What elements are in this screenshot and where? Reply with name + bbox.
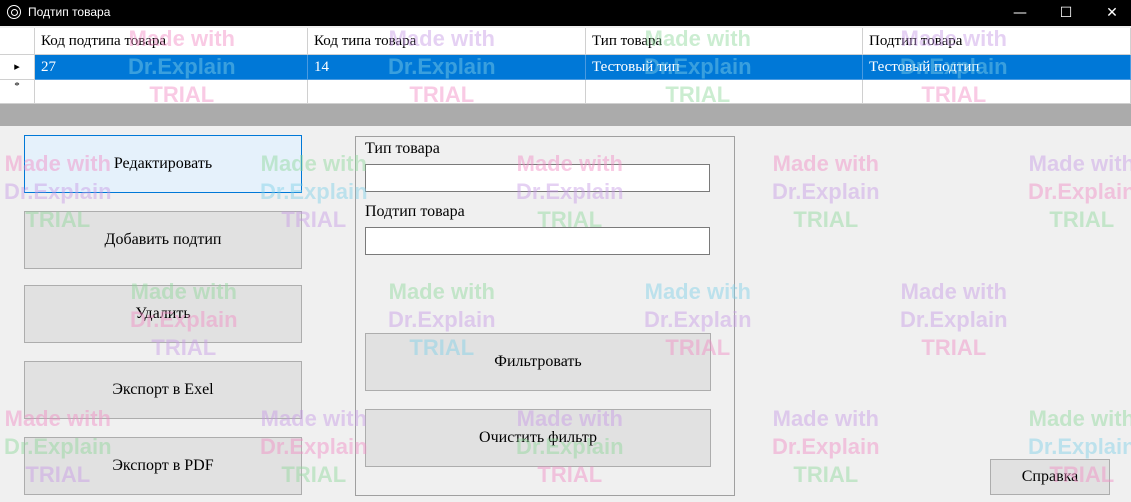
window-title: Подтип товара	[28, 5, 111, 19]
subtype-filter-label: Подтип товара	[365, 203, 465, 220]
maximize-button[interactable]: ☐	[1043, 0, 1089, 26]
new-row-indicator[interactable]: *	[0, 80, 35, 104]
row-header-corner[interactable]	[0, 28, 35, 55]
filter-button[interactable]: Фильтровать	[365, 333, 711, 391]
subtype-filter-input[interactable]	[365, 227, 710, 255]
cell-subtype-code[interactable]: 27	[35, 55, 308, 80]
table-row[interactable]: ▸ 27 14 Тестовый тип Тестовый подтип	[0, 55, 1131, 80]
row-indicator-icon[interactable]: ▸	[0, 55, 35, 80]
column-header-subtype[interactable]: Подтип товара	[863, 28, 1131, 55]
export-excel-button[interactable]: Экспорт в Exel	[24, 361, 302, 419]
trial-watermark: Made with Dr.Explain TRIAL	[772, 151, 880, 232]
cell-type[interactable]: Тестовый тип	[586, 55, 863, 80]
app-icon	[7, 5, 21, 19]
minimize-button[interactable]: —	[997, 0, 1043, 26]
delete-button[interactable]: Удалить	[24, 285, 302, 343]
export-pdf-button[interactable]: Экспорт в PDF	[24, 437, 302, 495]
cell-type-code[interactable]: 14	[308, 55, 586, 80]
column-header-type[interactable]: Тип товара	[586, 28, 863, 55]
new-cell-subtype-code[interactable]	[35, 80, 308, 104]
column-header-subtype-code[interactable]: Код подтипа товара	[35, 28, 308, 55]
trial-watermark: Made with Dr.Explain TRIAL	[900, 279, 1008, 360]
new-cell-type[interactable]	[586, 80, 863, 104]
close-button[interactable]: ✕	[1089, 0, 1131, 26]
grid-header: Код подтипа товара Код типа товара Тип т…	[0, 28, 1131, 55]
subtype-grid[interactable]: Код подтипа товара Код типа товара Тип т…	[0, 28, 1131, 126]
add-subtype-button[interactable]: Добавить подтип	[24, 211, 302, 269]
new-cell-type-code[interactable]	[308, 80, 586, 104]
type-filter-label: Тип товара	[365, 140, 440, 157]
title-bar: Подтип товара — ☐ ✕	[0, 0, 1131, 26]
trial-watermark: Made with Dr.Explain TRIAL	[1028, 151, 1131, 232]
column-header-type-code[interactable]: Код типа товара	[308, 28, 586, 55]
new-row[interactable]: *	[0, 80, 1131, 104]
edit-button[interactable]: Редактировать	[24, 135, 302, 193]
new-cell-subtype[interactable]	[863, 80, 1131, 104]
trial-watermark: Made with Dr.Explain TRIAL	[772, 406, 880, 487]
type-filter-input[interactable]	[365, 164, 710, 192]
cell-subtype[interactable]: Тестовый подтип	[863, 55, 1131, 80]
help-button[interactable]: Справка	[990, 459, 1110, 495]
clear-filter-button[interactable]: Очистить фильтр	[365, 409, 711, 467]
